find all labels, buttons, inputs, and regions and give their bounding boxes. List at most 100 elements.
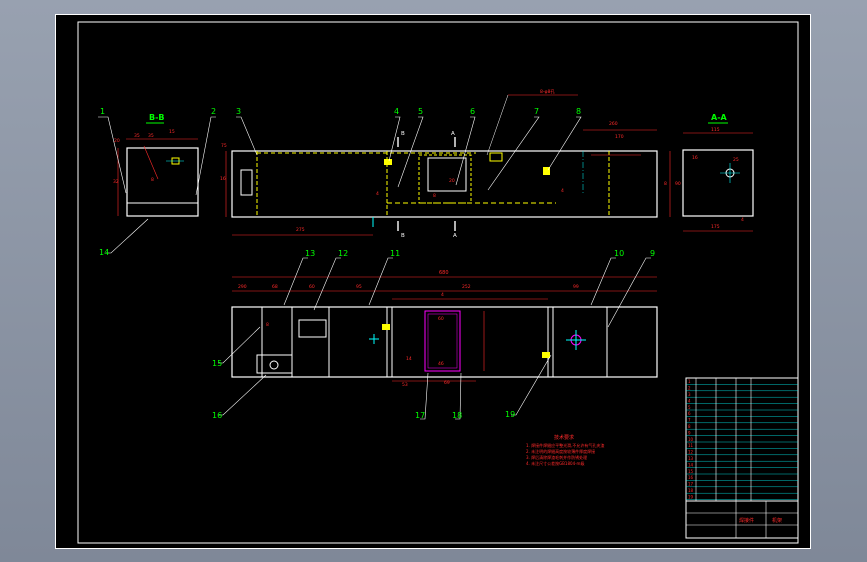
parts-list-row-number: 6 — [688, 411, 691, 416]
leader-8 — [547, 116, 582, 171]
parts-list-row-number: 19 — [688, 494, 694, 499]
parts-list-row-number: 4 — [688, 398, 691, 403]
section-mark-label: B — [401, 233, 405, 239]
bb-dim: 8 — [151, 177, 154, 183]
front-bracket — [489, 152, 503, 162]
top-dim: 14 — [406, 356, 412, 362]
cad-drawing: B-B 20 35 35 15 32 8 B B A A 8-φ8孔 75 16… — [77, 21, 799, 544]
title-block-company: 机架 — [772, 517, 782, 524]
front-slot — [240, 169, 253, 196]
balloon-4: 4 — [394, 107, 399, 116]
parts-list-row-number: 2 — [688, 386, 691, 391]
bb-dim: 20 — [114, 138, 120, 144]
balloon-19: 19 — [505, 410, 515, 419]
parts-list-row-number: 14 — [688, 462, 694, 467]
tech-note-line: 1. 焊接件焊缝应平整光滑,不允许有气孔夹渣 — [526, 442, 604, 448]
top-opening — [298, 319, 327, 338]
balloon-7: 7 — [534, 107, 539, 116]
front-dim: 16 — [220, 176, 226, 182]
title-block-label: 焊接件 — [739, 517, 754, 524]
aa-title: A-A — [711, 113, 728, 122]
bb-dim: 32 — [113, 179, 119, 185]
front-dim: 260 — [609, 121, 618, 127]
front-view: B B A A 8-φ8孔 75 16 4 275 20 8 4 260 170… — [220, 88, 671, 239]
balloon-12: 12 — [338, 249, 348, 258]
section-bb-view: B-B 20 35 35 15 32 8 — [113, 113, 199, 217]
balloon-10: 10 — [614, 249, 624, 258]
bb-dim: 35 — [134, 133, 140, 139]
top-dim: 99 — [573, 284, 579, 290]
leader-13 — [283, 257, 308, 306]
balloon-13: 13 — [305, 249, 315, 258]
balloon-17: 17 — [415, 411, 425, 420]
title-block: 12345678910111213141516171819 焊接件 机架 — [685, 377, 799, 539]
leader-11 — [368, 257, 393, 306]
aa-dim: 4 — [741, 217, 744, 223]
section-aa-view: A-A 115 25 16 90 175 4 — [675, 113, 754, 232]
top-dim: 53 — [402, 382, 408, 388]
top-inner — [261, 306, 608, 378]
top-dim: 68 — [272, 284, 278, 290]
aa-dim: 16 — [692, 155, 698, 161]
balloon-14: 14 — [99, 248, 109, 257]
front-inner-box-hidden — [418, 154, 472, 204]
balloon-15: 15 — [212, 359, 222, 368]
leader-15 — [218, 326, 261, 364]
bb-body — [126, 147, 199, 217]
balloon-3: 3 — [236, 107, 241, 116]
parts-list-row-number: 3 — [688, 392, 691, 397]
parts-list-row-number: 17 — [688, 482, 694, 487]
front-dim: 8 — [433, 193, 436, 199]
callout-text: 8-φ8孔 — [540, 88, 555, 95]
top-dim: 60 — [438, 316, 444, 322]
top-hole — [269, 360, 279, 370]
top-magenta-inner — [427, 313, 458, 369]
leader-1 — [98, 116, 127, 194]
aa-dim: 90 — [675, 181, 681, 187]
parts-list-row-number: 1 — [688, 379, 691, 384]
front-dim: 8 — [664, 181, 667, 187]
balloon-numbers: 1 2 3 4 5 6 7 8 9 10 11 12 13 14 15 16 1… — [99, 107, 655, 420]
parts-list-row-number: 16 — [688, 475, 694, 480]
tech-note-line: 4. 未注尺寸公差按GB1804-m级 — [526, 460, 584, 466]
balloon-18: 18 — [452, 411, 462, 420]
front-dim: 20 — [449, 178, 455, 184]
top-dim: 290 — [238, 284, 247, 290]
bb-dim: 35 — [148, 133, 154, 139]
balloon-2: 2 — [211, 107, 216, 116]
leader-16 — [218, 374, 267, 416]
tech-note-line: 3. 焊后清除焊渣毛刺并作防锈处理 — [526, 454, 587, 460]
leader-2 — [195, 116, 216, 196]
top-dim: 4 — [441, 292, 444, 298]
top-dim: 46 — [438, 361, 444, 367]
top-dim: 252 — [462, 284, 471, 290]
top-dim: 60 — [309, 284, 315, 290]
parts-list-row-number: 5 — [688, 405, 691, 410]
parts-list-row-number: 8 — [688, 424, 691, 429]
leader-14 — [106, 218, 149, 254]
top-fitting — [542, 352, 550, 358]
parts-list-row-number: 12 — [688, 450, 694, 455]
top-view: 680 290 68 60 95 252 99 4 60 14 46 53 69… — [231, 270, 658, 388]
bb-leader — [143, 145, 159, 180]
balloon-16: 16 — [212, 411, 222, 420]
balloon-9: 9 — [650, 249, 655, 258]
top-overall-dim: 680 — [439, 270, 449, 276]
top-dim: 95 — [356, 284, 362, 290]
top-dim: 69 — [444, 380, 450, 386]
tech-note-line: 2. 未注明的焊缝高度按较薄件厚度焊接 — [526, 448, 595, 454]
aa-dim: 25 — [733, 157, 739, 163]
parts-list-row-number: 18 — [688, 488, 694, 493]
parts-list-row-number: 15 — [688, 469, 694, 474]
leader-9 — [607, 257, 651, 328]
aa-dim: 175 — [711, 224, 720, 230]
leader-10 — [590, 257, 616, 306]
balloon-8: 8 — [576, 107, 581, 116]
front-inner-box — [427, 157, 467, 192]
front-dim: 75 — [221, 143, 227, 149]
section-mark-label: A — [453, 233, 457, 239]
front-dim: 275 — [296, 227, 305, 233]
front-body — [231, 150, 658, 218]
front-dim: 4 — [561, 188, 564, 194]
tech-notes: 技术要求 1. 焊接件焊缝应平整光滑,不允许有气孔夹渣 2. 未注明的焊缝高度按… — [526, 434, 604, 466]
